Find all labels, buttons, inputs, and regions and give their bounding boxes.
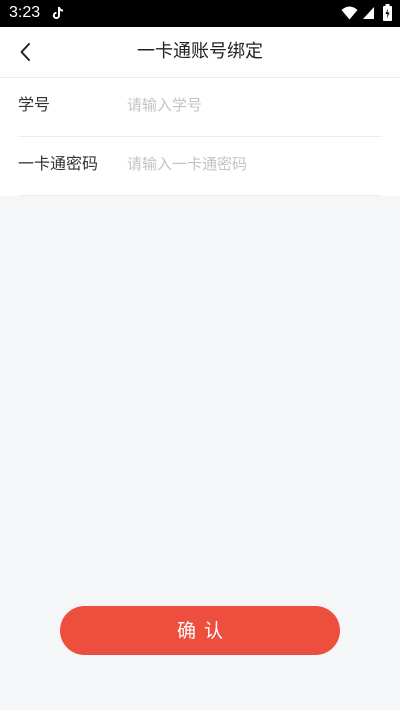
back-button[interactable] [8,34,42,70]
bind-form: 学号 一卡通密码 [0,78,400,196]
chevron-left-icon [20,43,30,61]
wifi-icon [341,6,358,20]
student-id-input[interactable] [127,78,377,132]
signal-icon [363,7,374,19]
page-title: 一卡通账号绑定 [137,41,263,62]
nav-bar: 一卡通账号绑定 [0,27,400,78]
confirm-button[interactable]: 确认 [60,606,340,655]
tiktok-icon [52,7,64,20]
status-time: 3:23 [9,4,41,21]
password-row: 一卡通密码 [18,137,382,196]
battery-icon [383,4,392,21]
password-label: 一卡通密码 [18,154,99,173]
student-id-label: 学号 [18,95,51,114]
student-id-row: 学号 [18,78,382,137]
status-bar: 3:23 [0,0,400,27]
password-input[interactable] [127,137,377,191]
